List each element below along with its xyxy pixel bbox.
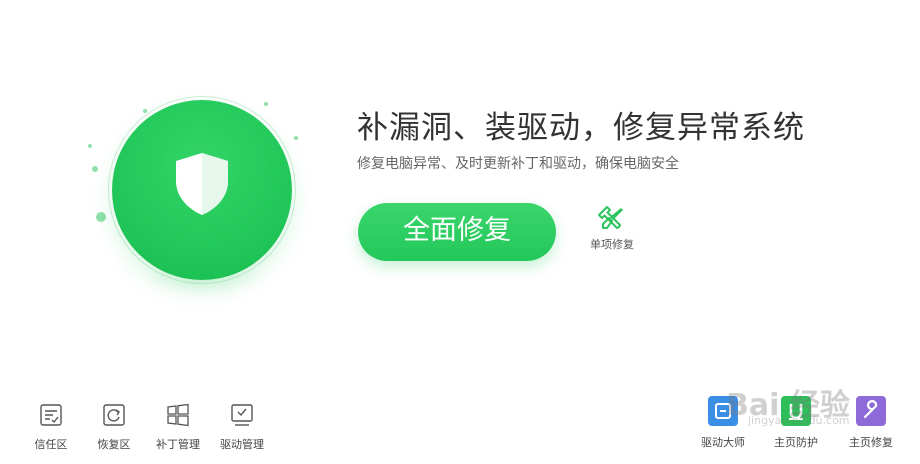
tool-label: 恢复区 (97, 438, 131, 451)
decor-dot (294, 136, 298, 140)
full-repair-button[interactable]: 全面修复 (358, 203, 556, 261)
tool-restore-zone[interactable]: 恢复区 (79, 402, 149, 452)
single-repair-label: 单项修复 (590, 238, 634, 251)
restore-icon (103, 404, 125, 426)
page-subtitle: 修复电脑异常、及时更新补丁和驱动，确保电脑安全 (357, 156, 679, 172)
decor-dot (96, 212, 106, 222)
app-label: 主页修复 (849, 436, 893, 449)
decor-dot (264, 102, 268, 106)
wrench-screwdriver-icon (598, 206, 623, 229)
app-label: 主页防护 (774, 436, 818, 449)
watermark-url: jingyan.baidu.com (748, 414, 850, 427)
tool-patch-management[interactable]: 补丁管理 (143, 402, 213, 452)
decor-dot (143, 109, 147, 113)
tool-label: 驱动管理 (220, 438, 264, 451)
system-repair-panel: 补漏洞、装驱动，修复异常系统 修复电脑异常、及时更新补丁和驱动，确保电脑安全 全… (0, 0, 920, 464)
homepage-repair-icon (856, 396, 886, 426)
decor-dot (88, 144, 92, 148)
windows-patch-icon (167, 403, 189, 427)
shield-icon (176, 153, 228, 215)
tool-driver-management[interactable]: 驱动管理 (207, 402, 277, 452)
app-label: 驱动大师 (701, 436, 745, 449)
driver-manage-icon (231, 404, 253, 426)
tool-trust-zone[interactable]: 信任区 (16, 402, 86, 452)
tool-label: 补丁管理 (156, 438, 200, 451)
page-title: 补漏洞、装驱动，修复异常系统 (357, 110, 805, 146)
single-repair-button[interactable]: 单项修复 (580, 204, 644, 260)
status-circle (82, 96, 302, 306)
decor-dot (92, 166, 98, 172)
tool-label: 信任区 (34, 438, 68, 451)
trust-list-icon (40, 404, 62, 426)
